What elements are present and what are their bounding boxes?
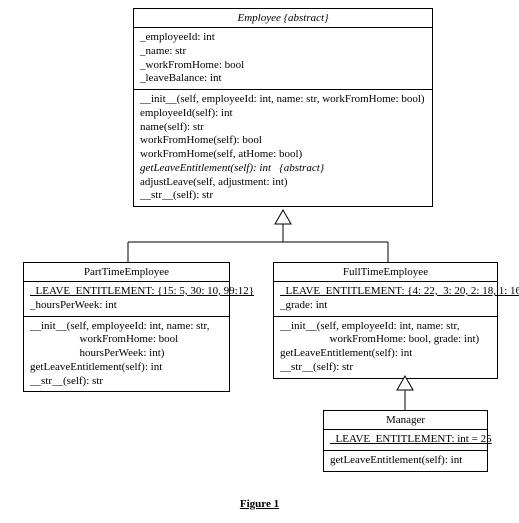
attr-line: _name: str: [140, 45, 426, 59]
figure-caption: Figure 1: [0, 498, 519, 510]
method-line: getLeaveEntitlement(self): int: [330, 454, 481, 468]
method-line: __init__(self, employeeId: int, name: st…: [140, 93, 426, 107]
class-employee-attrs: _employeeId: int _name: str _workFromHom…: [134, 28, 432, 90]
class-employee: Employee {abstract} _employeeId: int _na…: [133, 8, 433, 207]
method-line: name(self): str: [140, 121, 426, 135]
abstract-method: getLeaveEntitlement(self): int: [140, 162, 271, 174]
class-fulltime: FullTimeEmployee _LEAVE_ENTITLEMENT: {4:…: [273, 262, 498, 379]
method-line: getLeaveEntitlement(self): int: [30, 361, 223, 375]
method-line: workFromHome(self): bool: [140, 134, 426, 148]
method-line: __str__(self): str: [140, 189, 426, 203]
method-line: adjustLeave(self, adjustment: int): [140, 176, 426, 190]
class-fulltime-title: FullTimeEmployee: [274, 263, 497, 282]
class-fulltime-methods: __init__(self, employeeId: int, name: st…: [274, 317, 497, 378]
class-manager-title: Manager: [324, 411, 487, 430]
method-line: getLeaveEntitlement(self): int: [280, 347, 491, 361]
method-line: hoursPerWeek: int): [30, 347, 223, 361]
class-manager-methods: getLeaveEntitlement(self): int: [324, 451, 487, 471]
class-employee-methods: __init__(self, employeeId: int, name: st…: [134, 90, 432, 206]
method-line: __init__(self, employeeId: int, name: st…: [280, 320, 491, 334]
class-manager: Manager _LEAVE_ENTITLEMENT: int = 25 get…: [323, 410, 488, 472]
method-line: workFromHome: bool: [30, 333, 223, 347]
class-employee-title: Employee {abstract}: [134, 9, 432, 28]
method-line: __init__(self, employeeId: int, name: st…: [30, 320, 223, 334]
class-fulltime-attrs: _LEAVE_ENTITLEMENT: {4: 22, 3: 20, 2: 18…: [274, 282, 497, 317]
method-line: __str__(self): str: [30, 375, 223, 389]
attr-line: _hoursPerWeek: int: [30, 299, 223, 313]
static-const: _LEAVE_ENTITLEMENT: int = 25: [330, 433, 481, 447]
method-line: getLeaveEntitlement(self): int {abstract…: [140, 162, 426, 176]
class-parttime-attrs: _LEAVE_ENTITLEMENT: {15: 5, 30: 10, 99:1…: [24, 282, 229, 317]
class-parttime: PartTimeEmployee _LEAVE_ENTITLEMENT: {15…: [23, 262, 230, 392]
class-manager-attrs: _LEAVE_ENTITLEMENT: int = 25: [324, 430, 487, 451]
method-line: workFromHome: bool, grade: int): [280, 333, 491, 347]
class-parttime-title: PartTimeEmployee: [24, 263, 229, 282]
static-const: _LEAVE_ENTITLEMENT: {4: 22, 3: 20, 2: 18…: [280, 285, 491, 299]
static-const: _LEAVE_ENTITLEMENT: {15: 5, 30: 10, 99:1…: [30, 285, 223, 299]
method-line: __str__(self): str: [280, 361, 491, 375]
method-line: employeeId(self): int: [140, 107, 426, 121]
class-parttime-methods: __init__(self, employeeId: int, name: st…: [24, 317, 229, 392]
attr-line: _grade: int: [280, 299, 491, 313]
method-line: workFromHome(self, atHome: bool): [140, 148, 426, 162]
attr-line: _workFromHome: bool: [140, 59, 426, 73]
abstract-tag: {abstract}: [271, 162, 324, 174]
attr-line: _leaveBalance: int: [140, 72, 426, 86]
attr-line: _employeeId: int: [140, 31, 426, 45]
